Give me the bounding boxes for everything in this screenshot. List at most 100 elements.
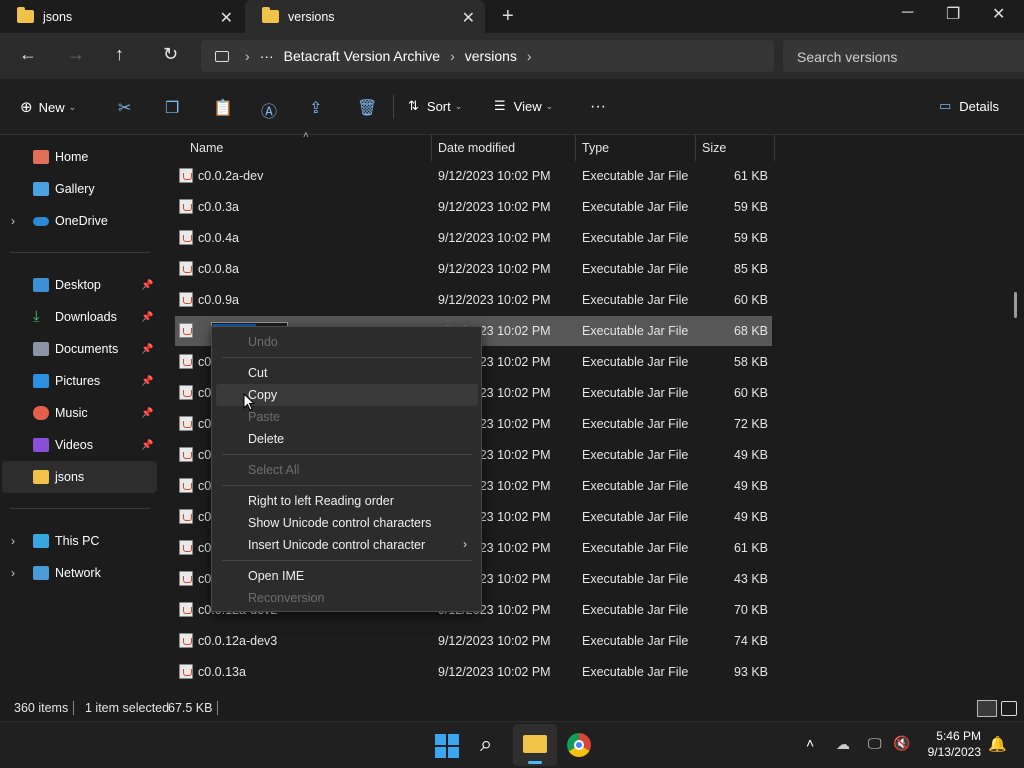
onedrive-status-icon[interactable]: ☁ — [836, 736, 850, 753]
column-divider[interactable] — [575, 135, 576, 161]
refresh-button[interactable]: ↻ — [163, 44, 178, 65]
sidebar-item-onedrive[interactable]: › OneDrive — [0, 205, 155, 237]
column-divider[interactable] — [695, 135, 696, 161]
delete-icon[interactable]: 🗑 — [357, 98, 377, 118]
up-button[interactable]: ↑ — [115, 44, 124, 65]
breadcrumb-more[interactable]: ··· — [260, 48, 274, 64]
menu-item-select-all[interactable]: Select All — [248, 463, 299, 477]
sidebar-item-label: Documents — [55, 342, 119, 356]
tab-jsons[interactable]: jsons ✕ — [0, 0, 243, 33]
rename-icon[interactable]: Ⓐ — [261, 98, 277, 122]
table-row[interactable]: c0.0.12a-dev3 9/12/2023 10:02 PM Executabl… — [175, 626, 772, 656]
pin-icon[interactable]: 📌 — [141, 344, 153, 355]
scrollbar-thumb[interactable] — [1014, 292, 1017, 318]
pin-icon[interactable]: 📌 — [141, 440, 153, 451]
notification-bell-icon[interactable]: 🔔 — [988, 735, 1007, 753]
sidebar-item-documents[interactable]: Documents 📌 — [0, 333, 155, 365]
cloud-icon — [33, 216, 49, 226]
sidebar-item-videos[interactable]: Videos 📌 — [0, 429, 155, 461]
jar-file-icon — [179, 323, 193, 338]
new-tab-button[interactable]: + — [502, 5, 514, 28]
maximize-button[interactable]: ❐ — [946, 4, 960, 24]
minimize-button[interactable]: ─ — [902, 4, 913, 22]
sidebar-item-home[interactable]: Home — [0, 141, 155, 173]
sidebar-item-music[interactable]: Music 📌 — [0, 397, 155, 429]
desktop-icon — [33, 278, 49, 292]
jar-file-icon — [179, 633, 193, 648]
table-row[interactable]: c0.0.2a-dev 9/12/2023 10:02 PM Executable … — [175, 161, 772, 191]
gallery-icon — [33, 182, 49, 196]
menu-item-reconversion[interactable]: Reconversion — [248, 591, 324, 605]
sidebar-item-desktop[interactable]: Desktop 📌 — [0, 269, 155, 301]
file-explorer-taskbar-button[interactable] — [513, 724, 557, 766]
chrome-icon[interactable] — [567, 733, 591, 757]
close-window-button[interactable]: ✕ — [992, 4, 1005, 24]
windows-logo-icon — [435, 734, 446, 745]
copy-icon[interactable]: ❐ — [165, 98, 179, 118]
clock-date[interactable]: 9/13/2023 — [921, 745, 981, 759]
column-header-name[interactable]: Name — [190, 135, 223, 161]
close-tab-icon[interactable]: ✕ — [462, 8, 475, 28]
column-divider[interactable] — [431, 135, 432, 161]
table-row[interactable]: c0.0.4a 9/12/2023 10:02 PM Executable Jar … — [175, 223, 772, 253]
sidebar-item-network[interactable]: › Network — [0, 557, 155, 589]
file-type: Executable Jar File — [582, 355, 689, 369]
back-button[interactable]: ← — [19, 44, 37, 65]
column-divider[interactable] — [774, 135, 775, 161]
sidebar-item-gallery[interactable]: Gallery — [0, 173, 155, 205]
menu-item-delete[interactable]: Delete — [248, 432, 284, 446]
chevron-right-icon[interactable]: › — [11, 566, 15, 580]
volume-muted-icon[interactable]: 🔇 — [893, 735, 910, 752]
tab-versions[interactable]: versions ✕ — [245, 0, 485, 33]
sidebar-item-this-pc[interactable]: › This PC — [0, 525, 155, 557]
sidebar-item-pictures[interactable]: Pictures 📌 — [0, 365, 155, 397]
menu-item-undo[interactable]: Undo — [248, 335, 278, 349]
chevron-right-icon[interactable]: › — [11, 534, 15, 548]
jar-file-icon — [179, 509, 193, 524]
new-button[interactable]: ⊕ New ⌄ — [20, 98, 76, 116]
table-row[interactable]: c0.0.13a 9/12/2023 10:02 PM Executable Jar… — [175, 657, 772, 687]
large-icons-view-toggle[interactable] — [1001, 701, 1017, 716]
chevron-up-icon[interactable]: ˄ — [806, 735, 814, 751]
forward-button[interactable]: → — [67, 44, 85, 65]
file-name: c0 — [198, 541, 212, 555]
file-size: 49 KB — [733, 479, 768, 493]
table-row[interactable]: c0.0.8a 9/12/2023 10:02 PM Executable Jar … — [175, 254, 772, 284]
column-header-size[interactable]: Size — [702, 135, 726, 161]
menu-item-cut[interactable]: Cut — [248, 366, 267, 380]
breadcrumb[interactable]: › ··· Betacraft Version Archive › versio… — [201, 40, 774, 72]
network-status-icon[interactable]: 🖵 — [868, 735, 882, 752]
close-tab-icon[interactable]: ✕ — [220, 8, 233, 28]
view-button[interactable]: ☰ View ⌄ — [494, 98, 553, 114]
column-header-type[interactable]: Type — [582, 135, 609, 161]
menu-item-open-ime[interactable]: Open IME — [248, 569, 304, 583]
sidebar-item-downloads[interactable]: ⤓ Downloads 📌 — [0, 301, 155, 333]
sort-button[interactable]: ⇅ Sort ⌄ — [408, 98, 462, 114]
menu-item-paste[interactable]: Paste — [248, 410, 280, 424]
pin-icon[interactable]: 📌 — [141, 312, 153, 323]
see-more-button[interactable]: ··· — [590, 98, 606, 116]
file-size: 70 KB — [733, 603, 768, 617]
search-icon[interactable]: ⌕ — [480, 731, 492, 757]
paste-icon[interactable]: 📋 — [213, 98, 233, 118]
sidebar-item-jsons[interactable]: jsons — [2, 461, 157, 493]
pin-icon[interactable]: 📌 — [141, 408, 153, 419]
menu-item-show-unicode[interactable]: Show Unicode control characters — [248, 516, 431, 530]
start-button[interactable] — [435, 734, 459, 758]
menu-item-insert-unicode[interactable]: Insert Unicode control character — [248, 538, 425, 552]
details-button[interactable]: ▭ Details — [939, 98, 999, 114]
column-header-date[interactable]: Date modified — [438, 135, 515, 161]
breadcrumb-item[interactable]: versions — [465, 48, 517, 64]
table-row[interactable]: c0.0.3a 9/12/2023 10:02 PM Executable Jar … — [175, 192, 772, 222]
clock-time[interactable]: 5:46 PM — [925, 729, 981, 743]
breadcrumb-item[interactable]: Betacraft Version Archive — [284, 48, 440, 64]
share-icon[interactable]: ⇪ — [309, 98, 322, 118]
table-row[interactable]: c0.0.9a 9/12/2023 10:02 PM Executable Jar … — [175, 285, 772, 315]
chevron-right-icon[interactable]: › — [11, 214, 15, 228]
pin-icon[interactable]: 📌 — [141, 280, 153, 291]
details-view-toggle[interactable] — [977, 700, 997, 717]
search-input[interactable]: Search versions — [783, 40, 1024, 72]
cut-icon[interactable]: ✂ — [118, 98, 131, 118]
pin-icon[interactable]: 📌 — [141, 376, 153, 387]
menu-item-rtl[interactable]: Right to left Reading order — [248, 494, 394, 508]
